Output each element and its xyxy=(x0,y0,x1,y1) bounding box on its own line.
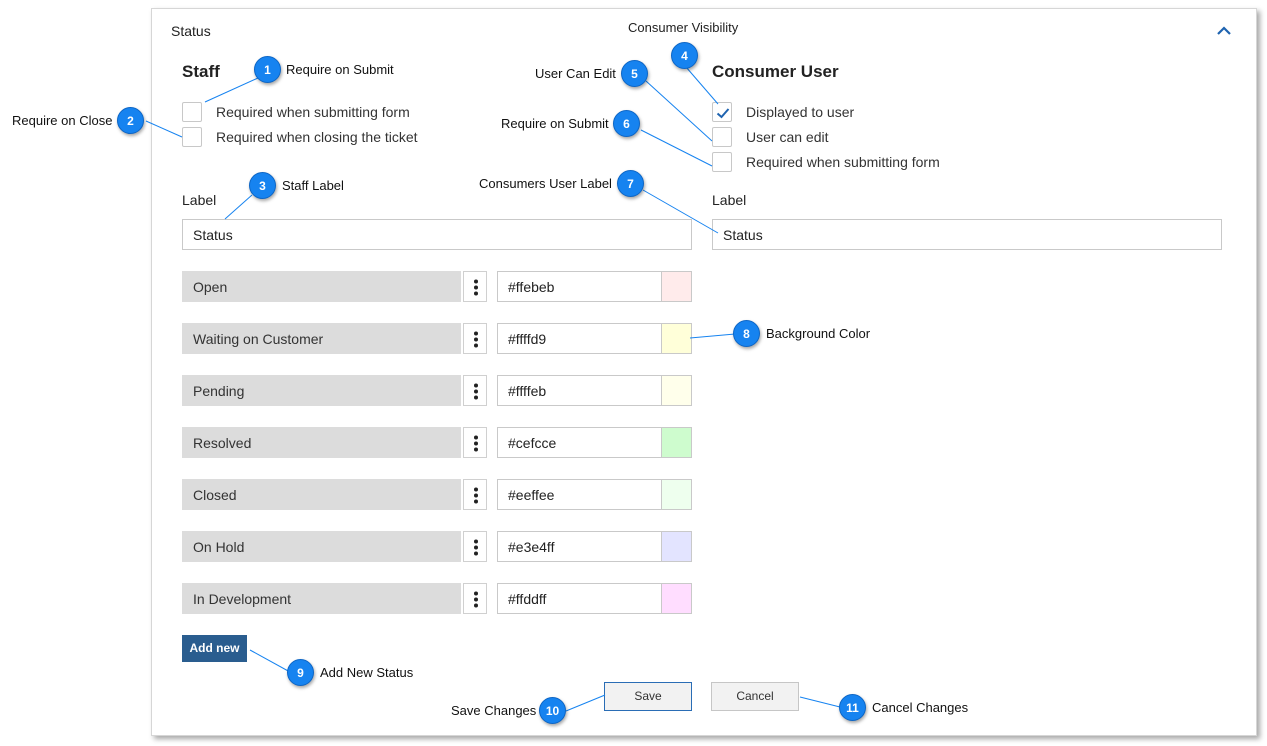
callout-text-5: User Can Edit xyxy=(535,66,616,81)
callout-badge-9: 9 xyxy=(287,659,314,686)
callout-line-6 xyxy=(640,129,713,167)
callout-badge-8: 8 xyxy=(733,320,760,347)
callout-text-11: Cancel Changes xyxy=(872,700,969,715)
callout-line-8 xyxy=(689,333,736,339)
callout-line-5 xyxy=(645,80,713,142)
callout-badge-4: 4 xyxy=(671,42,698,69)
callout-text-7: Consumers User Label xyxy=(479,176,612,191)
callout-text-2: Require on Close xyxy=(12,113,113,128)
callout-text-3: Staff Label xyxy=(282,178,344,193)
callout-badge-7: 7 xyxy=(617,170,644,197)
callout-line-1 xyxy=(204,77,259,103)
callout-badge-3: 3 xyxy=(249,172,276,199)
callout-line-2 xyxy=(145,120,183,138)
callout-text-6: Require on Submit xyxy=(501,116,609,131)
callout-text-10: Save Changes xyxy=(451,703,537,718)
callout-text-8: Background Color xyxy=(766,326,871,341)
callout-badge-6: 6 xyxy=(613,110,640,137)
callout-text-1: Require on Submit xyxy=(286,62,394,77)
callout-badge-5: 5 xyxy=(621,60,648,87)
callout-line-4 xyxy=(685,66,719,105)
callout-text-9: Add New Status xyxy=(320,665,414,680)
callout-badge-11: 11 xyxy=(839,694,866,721)
callout-badge-10: 10 xyxy=(539,697,566,724)
callout-badge-1: 1 xyxy=(254,56,281,83)
callout-line-10 xyxy=(565,694,606,712)
callout-line-11 xyxy=(799,696,841,708)
callout-badge-2: 2 xyxy=(117,107,144,134)
callout-line-9 xyxy=(249,649,291,673)
callout-line-7 xyxy=(642,189,719,234)
callout-line-3 xyxy=(224,194,253,220)
